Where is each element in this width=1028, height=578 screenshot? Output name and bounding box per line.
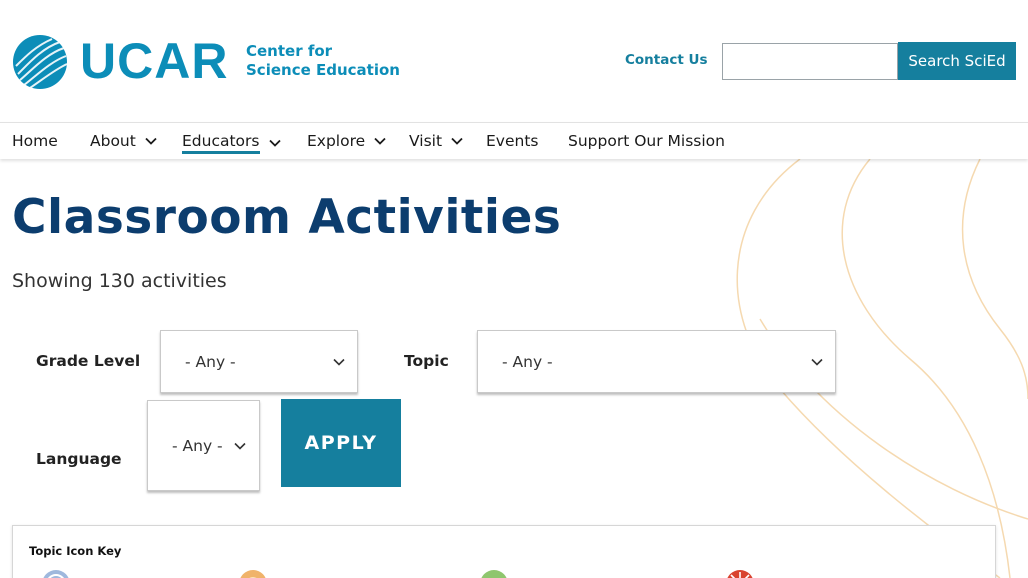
chevron-down-icon[interactable] [268, 137, 281, 149]
atmosphere-topic-icon [43, 570, 69, 578]
nav-item-visit[interactable]: Visit [409, 132, 463, 150]
nav-item-about[interactable]: About [90, 132, 157, 150]
contact-us-link[interactable]: Contact Us [625, 52, 708, 68]
chevron-down-icon[interactable] [145, 135, 157, 147]
topic-label: Topic [404, 352, 449, 370]
activity-count: Showing 130 activities [12, 270, 227, 292]
search-button[interactable]: Search SciEd [898, 42, 1016, 80]
nav-item-educators[interactable]: Educators [182, 132, 281, 154]
chevron-down-icon [811, 358, 823, 366]
search-input[interactable] [722, 43, 898, 80]
nav-item-label: Support Our Mission [568, 132, 725, 150]
apply-button[interactable]: APPLY [281, 399, 401, 487]
biosphere-topic-icon [481, 570, 507, 578]
nav-item-label: Educators [182, 132, 260, 154]
grade-level-value: - Any - [185, 352, 236, 371]
main-navigation: Home About Educators Explore Visit Event… [0, 122, 1028, 159]
logo-subtitle-line1: Center for [246, 42, 333, 60]
logo-subtitle-line2: Science Education [246, 61, 400, 79]
topic-select[interactable]: - Any - [477, 330, 836, 393]
topic-value: - Any - [502, 352, 553, 371]
ucar-globe-icon[interactable] [12, 34, 68, 90]
nav-item-events[interactable]: Events [486, 132, 538, 150]
sun-topic-icon [240, 570, 266, 578]
chevron-down-icon[interactable] [374, 135, 386, 147]
nav-item-label: About [90, 132, 136, 150]
nav-item-label: Explore [307, 132, 366, 150]
logo-subtitle[interactable]: Center for Science Education [246, 42, 400, 80]
language-select[interactable]: - Any - [147, 400, 260, 491]
chevron-down-icon [234, 442, 246, 450]
nav-item-home[interactable]: Home [12, 132, 58, 150]
page-title: Classroom Activities [12, 190, 562, 245]
topic-icon-key: Topic Icon Key [12, 525, 996, 578]
topic-key-title: Topic Icon Key [29, 544, 122, 558]
logo-wordmark[interactable]: UCAR [80, 33, 228, 89]
nav-item-label: Home [12, 132, 58, 150]
language-label: Language [36, 450, 122, 468]
nav-item-support[interactable]: Support Our Mission [568, 132, 725, 150]
site-header: UCAR Center for Science Education Contac… [0, 0, 1028, 122]
nav-item-label: Visit [409, 132, 443, 150]
chevron-down-icon[interactable] [451, 135, 463, 147]
grade-level-label: Grade Level [36, 352, 141, 370]
nav-item-label: Events [486, 132, 539, 150]
chevron-down-icon [333, 358, 345, 366]
grade-level-select[interactable]: - Any - [160, 330, 358, 393]
energy-topic-icon [727, 570, 753, 578]
nav-item-explore[interactable]: Explore [307, 132, 386, 150]
language-value: - Any - [172, 436, 223, 455]
